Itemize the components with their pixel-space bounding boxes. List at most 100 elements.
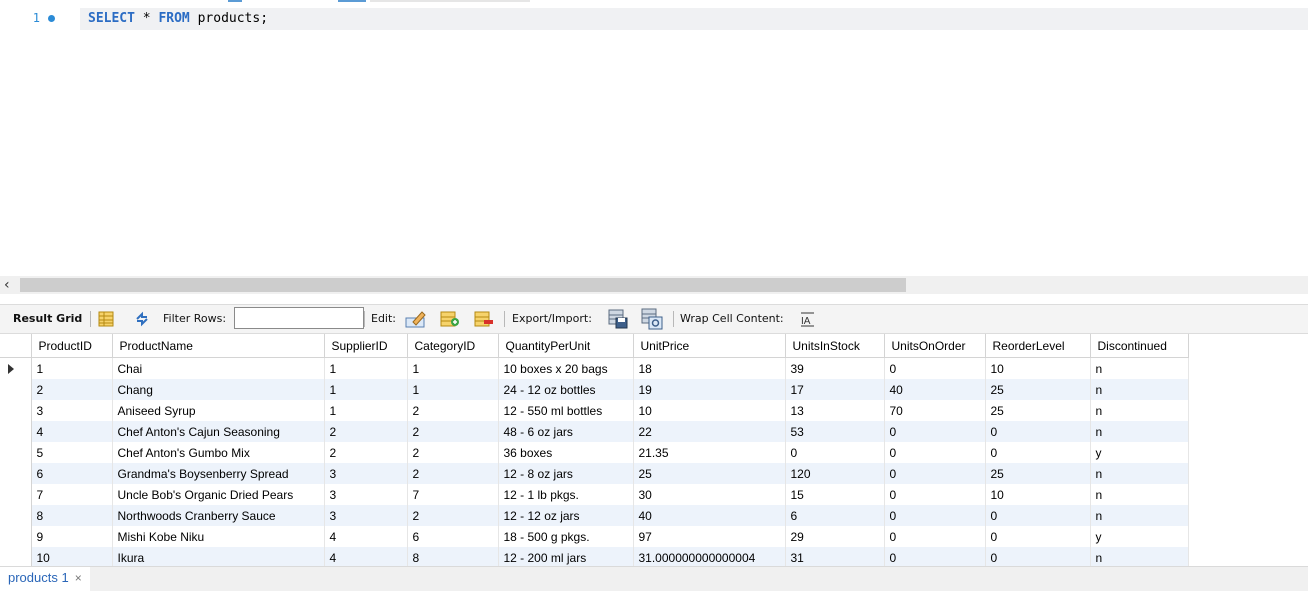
grid-cell[interactable]: Northwoods Cranberry Sauce [112,505,325,526]
column-header[interactable]: QuantityPerUnit [498,334,634,358]
grid-cell[interactable]: n [1090,379,1189,400]
table-row[interactable]: 8 Northwoods Cranberry Sauce 3 2 12 - 12 oz … [0,505,1189,526]
grid-cell[interactable]: n [1090,547,1189,566]
grid-cell[interactable]: 8 [407,547,499,566]
grid-cell[interactable]: 40 [633,505,786,526]
grid-cell[interactable]: 0 [884,547,986,566]
editor-horizontal-scrollbar[interactable]: ‹ [0,276,1308,294]
row-header[interactable] [0,484,32,505]
grid-cell[interactable]: 21.35 [633,442,786,463]
grid-cell[interactable]: 2 [407,463,499,484]
close-icon[interactable]: × [75,571,82,585]
grid-cell[interactable]: y [1090,442,1189,463]
row-header[interactable] [0,547,32,566]
sql-editor[interactable]: 1 SELECT * FROM products; [0,0,1308,276]
result-grid[interactable]: ProductID ProductName SupplierID Categor… [0,334,1308,566]
grid-cell[interactable]: 13 [785,400,885,421]
grid-cell[interactable]: n [1090,484,1189,505]
grid-cell[interactable]: 0 [985,526,1091,547]
grid-cell[interactable]: 10 [633,400,786,421]
table-row[interactable]: 10 Ikura 4 8 12 - 200 ml jars 31.000000000000… [0,547,1189,566]
table-row[interactable]: 3 Aniseed Syrup 1 2 12 - 550 ml bottles 10 13 7… [0,400,1189,421]
grid-cell[interactable]: 6 [407,526,499,547]
grid-cell[interactable]: 29 [785,526,885,547]
grid-cell[interactable]: 1 [324,400,408,421]
grid-cell[interactable]: 4 [31,421,113,442]
row-header[interactable] [0,526,32,547]
column-header[interactable]: ProductName [112,334,325,358]
row-header[interactable] [0,442,32,463]
row-header[interactable] [0,421,32,442]
grid-cell[interactable]: 3 [324,505,408,526]
grid-cell[interactable]: 24 - 12 oz bottles [498,379,634,400]
grid-cell[interactable]: n [1090,463,1189,484]
grid-cell[interactable]: 2 [407,442,499,463]
table-row[interactable]: 5 Chef Anton's Gumbo Mix 2 2 36 boxes 21.35 0 0… [0,442,1189,463]
column-header[interactable]: UnitsInStock [785,334,885,358]
grid-cell[interactable]: Mishi Kobe Niku [112,526,325,547]
grid-cell[interactable]: 1 [324,357,408,379]
table-row[interactable]: 9 Mishi Kobe Niku 4 6 18 - 500 g pkgs. 97 29 0 0… [0,526,1189,547]
grid-cell[interactable]: 10 [985,357,1091,379]
grid-cell[interactable]: Grandma's Boysenberry Spread [112,463,325,484]
grid-cell[interactable]: 2 [407,400,499,421]
grid-cell[interactable]: Chai [112,357,325,379]
grid-cell[interactable]: 0 [884,421,986,442]
grid-cell[interactable]: 7 [31,484,113,505]
row-header[interactable] [0,505,32,526]
grid-cell[interactable]: 22 [633,421,786,442]
import-icon[interactable] [641,308,663,330]
delete-row-icon[interactable] [474,311,494,327]
grid-cell[interactable]: 6 [785,505,885,526]
grid-cell[interactable]: 18 - 500 g pkgs. [498,526,634,547]
column-header[interactable]: CategoryID [407,334,499,358]
grid-cell[interactable]: Chang [112,379,325,400]
grid-cell[interactable]: 5 [31,442,113,463]
editor-line[interactable]: 1 SELECT * FROM products; [0,8,1308,30]
grid-cell[interactable]: 1 [407,357,499,379]
grid-cell[interactable]: 10 [31,547,113,566]
grid-cell[interactable]: n [1090,400,1189,421]
grid-cell[interactable]: 0 [985,547,1091,566]
grid-cell[interactable]: 70 [884,400,986,421]
grid-cell[interactable]: 9 [31,526,113,547]
grid-cell[interactable]: 53 [785,421,885,442]
column-header[interactable]: SupplierID [324,334,408,358]
grid-cell[interactable]: 120 [785,463,885,484]
grid-cell[interactable]: 2 [407,421,499,442]
grid-cell[interactable]: 0 [884,442,986,463]
column-header[interactable]: ProductID [31,334,113,358]
grid-cell[interactable]: 25 [985,379,1091,400]
grid-cell[interactable]: 1 [407,379,499,400]
grid-cell[interactable]: 4 [324,526,408,547]
grid-cell[interactable]: 1 [31,357,113,379]
row-header[interactable] [0,379,32,400]
column-header[interactable]: UnitsOnOrder [884,334,986,358]
table-row[interactable]: 6 Grandma's Boysenberry Spread 3 2 12 - 8 oz… [0,463,1189,484]
grid-cell[interactable]: 18 [633,357,786,379]
table-row[interactable]: 1 Chai 1 1 10 boxes x 20 bags 18 39 0 10 n [0,357,1189,379]
grid-cell[interactable]: 25 [985,463,1091,484]
column-header[interactable]: UnitPrice [633,334,786,358]
row-header[interactable] [0,463,32,484]
wrap-text-icon[interactable]: IA [800,311,816,327]
grid-cell[interactable]: n [1090,357,1189,379]
filter-rows-input[interactable] [234,307,364,329]
row-header[interactable] [0,400,32,421]
grid-cell[interactable]: 39 [785,357,885,379]
grid-cell[interactable]: Chef Anton's Gumbo Mix [112,442,325,463]
result-grid-button[interactable]: Result Grid [13,305,82,333]
grid-cell[interactable]: 30 [633,484,786,505]
grid-cell[interactable]: 48 - 6 oz jars [498,421,634,442]
grid-cell[interactable]: 3 [31,400,113,421]
grid-cell[interactable]: 2 [324,442,408,463]
scrollbar-thumb[interactable] [20,278,906,292]
grid-cell[interactable]: 0 [884,357,986,379]
grid-cell[interactable]: Chef Anton's Cajun Seasoning [112,421,325,442]
grid-cell[interactable]: 40 [884,379,986,400]
grid-cell[interactable]: 25 [985,400,1091,421]
grid-cell[interactable]: Uncle Bob's Organic Dried Pears [112,484,325,505]
grid-cell[interactable]: 12 - 1 lb pkgs. [498,484,634,505]
grid-cell[interactable]: 0 [884,505,986,526]
grid-cell[interactable]: 10 [985,484,1091,505]
